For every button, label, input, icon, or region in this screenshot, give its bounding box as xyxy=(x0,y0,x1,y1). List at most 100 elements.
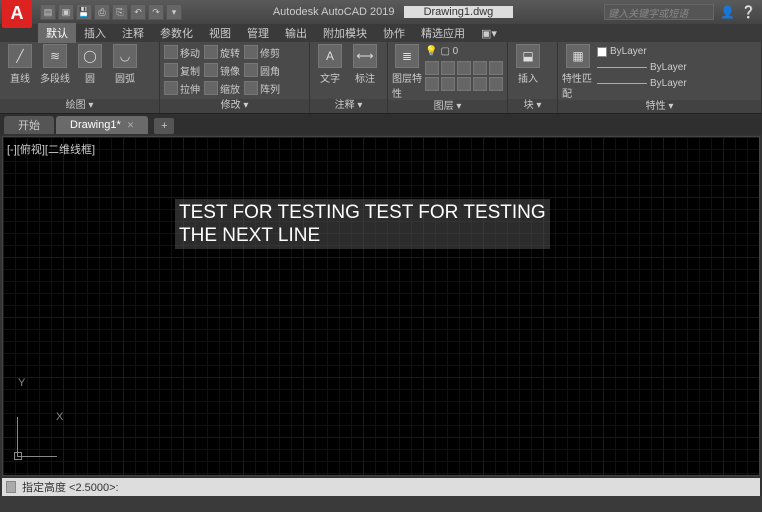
tab-collab[interactable]: 协作 xyxy=(375,23,413,43)
layer-tool-icon[interactable] xyxy=(441,77,455,91)
polyline-icon: ≋ xyxy=(43,44,67,68)
add-tab-button[interactable]: + xyxy=(154,118,174,134)
layer-tool-icon[interactable] xyxy=(489,61,503,75)
ribbon-tabs: 默认 插入 注释 参数化 视图 管理 输出 附加模块 协作 精选应用 ▣▾ xyxy=(0,24,762,42)
window-title: Autodesk AutoCAD 2019 Drawing1.dwg xyxy=(182,6,604,18)
linetype-dropdown[interactable]: ByLayer xyxy=(597,76,687,91)
qat-new-icon[interactable]: ▤ xyxy=(40,4,56,20)
color-swatch-icon xyxy=(597,47,607,57)
tab-annotate[interactable]: 注释 xyxy=(114,23,152,43)
lineweight-dropdown[interactable]: ByLayer xyxy=(597,60,687,75)
panel-annotation: A文字 ⟷标注 注释 ▾ xyxy=(310,42,388,113)
tab-manage[interactable]: 管理 xyxy=(239,23,277,43)
help-icon[interactable]: ❔ xyxy=(741,5,756,19)
stretch-icon xyxy=(164,81,178,95)
panel-modify-title[interactable]: 修改 ▾ xyxy=(160,99,309,113)
tab-output[interactable]: 输出 xyxy=(277,23,315,43)
panel-block: ⬓插入 块 ▾ xyxy=(508,42,558,113)
panel-draw-title[interactable]: 绘图 ▾ xyxy=(0,99,159,113)
status-bar xyxy=(0,496,762,512)
circle-icon: ◯ xyxy=(78,44,102,68)
quick-access-toolbar: ▤ ▣ 💾 ⎙ ⎘ ↶ ↷ ▾ xyxy=(40,4,182,20)
text-icon: A xyxy=(318,44,342,68)
mirror-button[interactable]: 镜像 xyxy=(204,62,240,78)
tab-parametric[interactable]: 参数化 xyxy=(152,23,201,43)
insert-block-button[interactable]: ⬓插入 xyxy=(512,44,544,85)
drawing-text-object[interactable]: TEST FOR TESTING TEST FOR TESTING THE NE… xyxy=(175,199,550,249)
command-handle-icon[interactable] xyxy=(6,481,16,493)
qat-redo-icon[interactable]: ↷ xyxy=(148,4,164,20)
linetype-icon xyxy=(597,83,647,84)
bulb-icon: 💡 xyxy=(425,46,437,57)
ucs-origin-icon xyxy=(14,452,22,460)
scale-icon xyxy=(204,81,218,95)
stretch-button[interactable]: 拉伸 xyxy=(164,80,200,96)
layer-properties-button[interactable]: ≣图层特性 xyxy=(392,44,422,100)
tab-featured[interactable]: 精选应用 xyxy=(413,23,473,43)
tab-insert[interactable]: 插入 xyxy=(76,23,114,43)
command-line[interactable]: 指定高度 <2.5000>: xyxy=(2,478,760,496)
rotate-button[interactable]: 旋转 xyxy=(204,44,240,60)
close-icon[interactable]: ✕ xyxy=(127,120,135,131)
tab-view[interactable]: 视图 xyxy=(201,23,239,43)
tab-default[interactable]: 默认 xyxy=(38,23,76,43)
qat-undo-icon[interactable]: ↶ xyxy=(130,4,146,20)
panel-annotation-title[interactable]: 注释 ▾ xyxy=(310,99,387,113)
match-properties-icon: ▦ xyxy=(566,44,590,68)
viewport-label[interactable]: [-][俯视][二维线框] xyxy=(7,141,95,157)
layer-dropdown[interactable]: 💡▢ 0 xyxy=(425,44,503,59)
insert-block-icon: ⬓ xyxy=(516,44,540,68)
panel-properties-title[interactable]: 特性 ▾ xyxy=(558,100,761,114)
layer-tool-icon[interactable] xyxy=(457,61,471,75)
arc-icon: ◡ xyxy=(113,44,137,68)
layer-tool-icon[interactable] xyxy=(425,77,439,91)
qat-plot-icon[interactable]: ⎘ xyxy=(112,4,128,20)
trim-button[interactable]: 修剪 xyxy=(244,44,280,60)
panel-block-title[interactable]: 块 ▾ xyxy=(508,99,557,113)
copy-button[interactable]: 复制 xyxy=(164,62,200,78)
signin-icon[interactable]: 👤 xyxy=(720,5,735,19)
array-icon xyxy=(244,81,258,95)
document-tabs: 开始 Drawing1*✕ + xyxy=(0,114,762,134)
app-logo[interactable]: A xyxy=(2,0,32,28)
ucs-y-label: Y xyxy=(18,377,25,389)
ucs-x-label: X xyxy=(56,411,63,423)
qat-saveas-icon[interactable]: ⎙ xyxy=(94,4,110,20)
layer-tool-icon[interactable] xyxy=(473,61,487,75)
dimension-icon: ⟷ xyxy=(353,44,377,68)
layer-tool-icon[interactable] xyxy=(441,61,455,75)
qat-more-icon[interactable]: ▾ xyxy=(166,4,182,20)
array-button[interactable]: 阵列 xyxy=(244,80,280,96)
qat-save-icon[interactable]: 💾 xyxy=(76,4,92,20)
layer-tool-icon[interactable] xyxy=(457,77,471,91)
layer-tool-icon[interactable] xyxy=(473,77,487,91)
drawing-canvas[interactable]: [-][俯视][二维线框] TEST FOR TESTING TEST FOR … xyxy=(2,136,760,476)
layer-tool-icon[interactable] xyxy=(425,61,439,75)
text-button[interactable]: A文字 xyxy=(314,44,346,85)
move-button[interactable]: 移动 xyxy=(164,44,200,60)
drawing-tab[interactable]: Drawing1*✕ xyxy=(56,116,148,134)
ucs-indicator[interactable]: Y X xyxy=(17,417,57,457)
panel-modify: 移动 旋转 修剪 复制 镜像 圆角 拉伸 缩放 阵列 修改 ▾ xyxy=(160,42,310,113)
command-prompt: 指定高度 <2.5000>: xyxy=(22,479,119,495)
scale-button[interactable]: 缩放 xyxy=(204,80,240,96)
layer-tool-icon[interactable] xyxy=(489,77,503,91)
search-input[interactable]: 键入关键字或短语 xyxy=(604,4,714,20)
panel-layer-title[interactable]: 图层 ▾ xyxy=(388,100,507,114)
line-button[interactable]: ╱直线 xyxy=(4,44,36,85)
circle-button[interactable]: ◯圆 xyxy=(74,44,106,85)
tab-overflow-icon[interactable]: ▣▾ xyxy=(473,25,505,42)
color-dropdown[interactable]: ByLayer xyxy=(597,44,687,59)
fillet-button[interactable]: 圆角 xyxy=(244,62,280,78)
dimension-button[interactable]: ⟷标注 xyxy=(349,44,381,85)
start-tab[interactable]: 开始 xyxy=(4,116,54,134)
polyline-button[interactable]: ≋多段线 xyxy=(39,44,71,85)
qat-open-icon[interactable]: ▣ xyxy=(58,4,74,20)
panel-properties: ▦特性匹配 ByLayer ByLayer ByLayer 特性 ▾ xyxy=(558,42,762,113)
tab-addins[interactable]: 附加模块 xyxy=(315,23,375,43)
trim-icon xyxy=(244,45,258,59)
arc-button[interactable]: ◡圆弧 xyxy=(109,44,141,85)
match-properties-button[interactable]: ▦特性匹配 xyxy=(562,44,594,100)
title-bar: A ▤ ▣ 💾 ⎙ ⎘ ↶ ↷ ▾ Autodesk AutoCAD 2019 … xyxy=(0,0,762,24)
mirror-icon xyxy=(204,63,218,77)
